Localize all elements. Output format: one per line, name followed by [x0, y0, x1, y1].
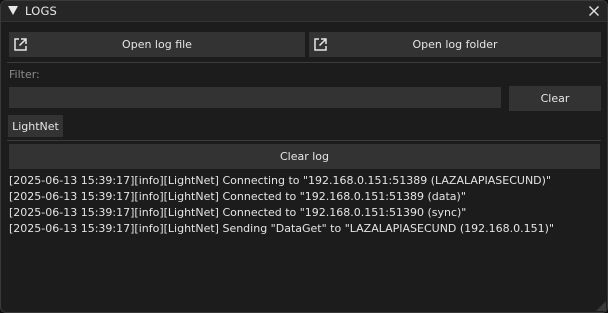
divider [7, 62, 601, 63]
close-icon[interactable] [587, 4, 601, 18]
clear-log-label: Clear log [279, 150, 330, 163]
open-log-file-label: Open log file [122, 38, 192, 51]
filter-tag-lightnet[interactable]: LightNet [8, 115, 63, 137]
log-output[interactable]: [2025-06-13 15:39:17][info][LightNet] Co… [9, 173, 601, 308]
log-line: [2025-06-13 15:39:17][info][LightNet] Co… [9, 206, 467, 219]
external-link-icon [13, 37, 28, 52]
log-line: [2025-06-13 15:39:17][info][LightNet] Co… [9, 190, 466, 203]
log-line: [2025-06-13 15:39:17][info][LightNet] Se… [9, 222, 555, 235]
window-title: LOGS [25, 4, 58, 18]
open-log-file-button[interactable]: Open log file [9, 32, 305, 57]
filter-label: Filter: [9, 68, 40, 81]
collapse-triangle-icon[interactable] [8, 6, 18, 15]
logs-window: LOGS Open log file Open log folder Filte… [0, 0, 608, 313]
clear-log-button[interactable]: Clear log [9, 144, 600, 169]
clear-filter-button[interactable]: Clear [509, 86, 601, 111]
divider [7, 140, 601, 141]
clear-filter-label: Clear [540, 92, 570, 105]
resize-grip[interactable] [596, 301, 606, 311]
filter-tag-label: LightNet [12, 119, 59, 133]
log-line: [2025-06-13 15:39:17][info][LightNet] Co… [9, 174, 552, 187]
title-bar[interactable]: LOGS [1, 1, 607, 22]
external-link-icon [313, 37, 328, 52]
open-log-folder-button[interactable]: Open log folder [309, 32, 601, 57]
open-log-folder-label: Open log folder [412, 38, 498, 51]
filter-input[interactable] [9, 87, 501, 108]
